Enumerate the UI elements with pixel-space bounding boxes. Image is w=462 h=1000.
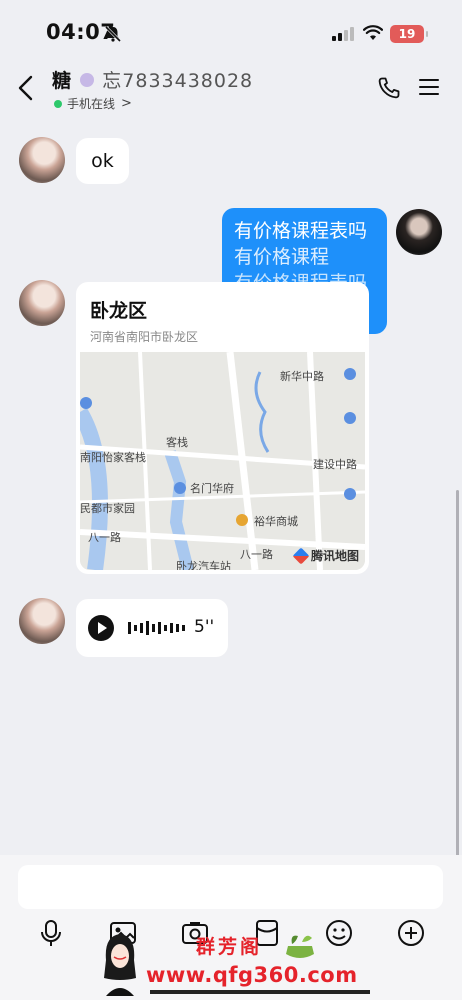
map-poi-icon — [344, 488, 356, 500]
wifi-icon — [363, 25, 383, 40]
watermark-brand: 群芳阁 — [196, 936, 263, 958]
menu-icon[interactable] — [419, 78, 439, 96]
scrollbar[interactable] — [456, 490, 459, 860]
contact-name[interactable]: 糖 忘7833438028 — [52, 66, 253, 93]
battery-indicator: 19 — [390, 25, 428, 43]
watermark-underline — [150, 990, 370, 994]
chat-header: 糖 忘7833438028 手机在线 > — [0, 62, 462, 114]
plus-icon[interactable] — [396, 918, 426, 948]
map-poi-icon — [344, 412, 356, 424]
microphone-icon[interactable] — [36, 918, 66, 948]
map-label: 卧龙汽车站 — [176, 560, 231, 570]
map-poi-icon — [344, 368, 356, 380]
contact-name-prefix: 糖 — [52, 70, 72, 92]
map-label: 客栈 — [166, 436, 188, 449]
chevron-right-icon: > — [121, 96, 132, 111]
message-text-line: 有价格课程 — [234, 246, 330, 268]
tencent-map-logo-icon — [292, 547, 310, 564]
voice-message[interactable]: 5'' — [76, 599, 228, 657]
location-title: 卧龙区 — [90, 300, 148, 322]
signal-icon — [332, 27, 354, 41]
map-brand: 腾讯地图 — [292, 547, 359, 564]
map-label: 新华中路 — [280, 370, 324, 383]
leaf-teacup-icon — [286, 935, 314, 958]
watermark-figure-icon — [104, 934, 136, 996]
location-map[interactable]: 新华中路 建设中路 南阳怡家客栈 客栈 民都市家园 名门华府 裕华商城 八一路 … — [80, 352, 365, 570]
presence-text: 手机在线 — [67, 97, 116, 111]
my-avatar[interactable] — [396, 209, 442, 255]
message-bubble-incoming[interactable]: ok — [76, 138, 129, 184]
presence-status[interactable]: 手机在线 > — [54, 95, 132, 112]
watermark-site: www.qfg360.com — [146, 963, 358, 987]
contact-avatar[interactable] — [19, 598, 65, 644]
contact-emoji-icon — [79, 73, 94, 87]
phone-call-icon[interactable] — [377, 76, 401, 100]
message-input[interactable] — [18, 865, 443, 909]
play-icon[interactable] — [88, 615, 114, 641]
map-label: 八一路 — [240, 548, 273, 561]
contact-name-rest: 忘7833438028 — [102, 70, 254, 92]
message-text: ok — [91, 150, 114, 172]
map-poi-icon — [174, 482, 186, 494]
map-label: 南阳怡家客栈 — [80, 451, 146, 464]
contact-avatar[interactable] — [19, 137, 65, 183]
map-brand-text: 腾讯地图 — [310, 549, 359, 563]
status-bar: 04:07 19 — [0, 0, 462, 62]
map-poi-icon — [80, 397, 92, 409]
map-label: 裕华商城 — [254, 515, 298, 528]
message-text-line: 有价格课程表吗 — [234, 220, 368, 242]
location-card[interactable]: 卧龙区 河南省南阳市卧龙区 新华中路 建设中路 南阳怡家客栈 客栈 民都市家园 … — [76, 282, 369, 574]
voice-duration: 5'' — [194, 617, 215, 637]
online-dot-icon — [54, 99, 62, 108]
emoji-icon[interactable] — [324, 918, 354, 948]
waveform-icon — [128, 621, 185, 635]
map-label: 名门华府 — [190, 482, 234, 495]
map-label: 民都市家园 — [80, 502, 135, 515]
location-address: 河南省南阳市卧龙区 — [90, 330, 199, 344]
contact-avatar[interactable] — [19, 280, 65, 326]
map-label: 八一路 — [88, 531, 121, 544]
bell-muted-icon — [104, 25, 122, 43]
back-arrow-icon[interactable] — [14, 74, 38, 102]
map-label: 建设中路 — [313, 458, 357, 471]
map-poi-mall-icon — [236, 514, 248, 526]
